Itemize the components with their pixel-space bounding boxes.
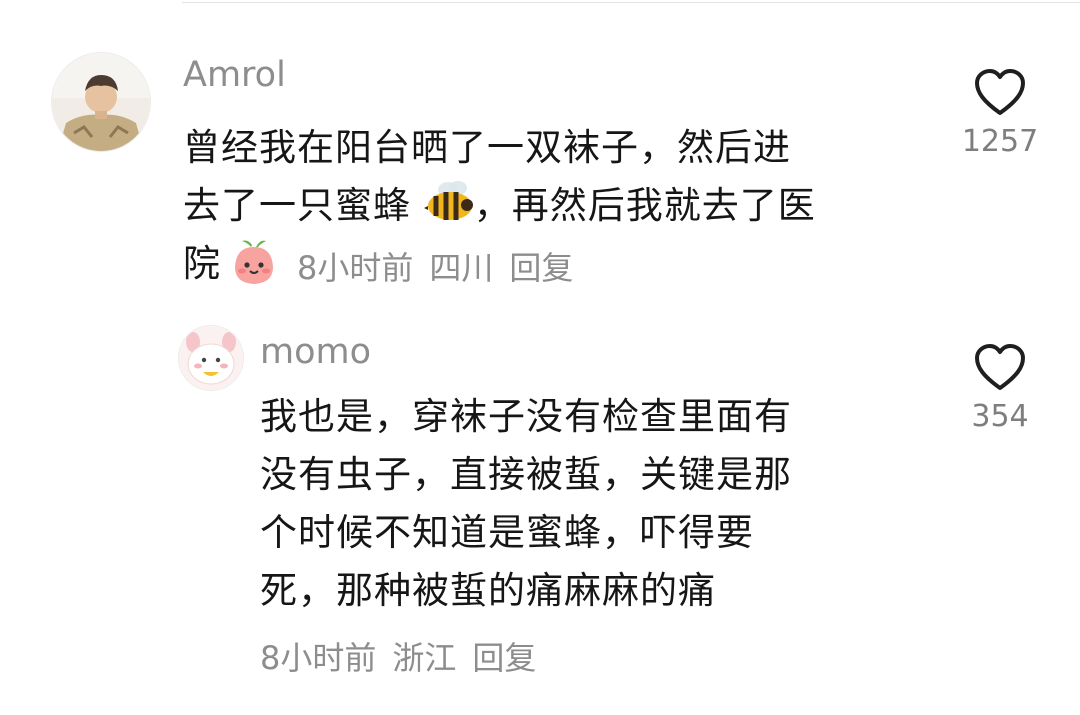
comment-location: 浙江 xyxy=(392,639,457,677)
comment-text: 我也是，穿袜子没有检查里面有 没有虫子，直接被蜇，关键是那 个时候不知道是蜜蜂，… xyxy=(260,388,792,620)
heart-outline-icon[interactable] xyxy=(973,68,1027,118)
like-count: 1257 xyxy=(961,124,1039,159)
avatar[interactable] xyxy=(51,52,151,152)
like-group: 354 xyxy=(955,343,1045,434)
bee-emoji xyxy=(423,180,474,224)
peach-face-emoji xyxy=(230,237,278,287)
username[interactable]: Amrol xyxy=(183,55,286,95)
comment-time: 8小时前 xyxy=(260,639,377,677)
comment-meta: 8小时前 四川 回复 xyxy=(297,248,589,288)
like-group: 1257 xyxy=(955,68,1045,159)
comment-line: ，再然后我就去了医 xyxy=(473,184,816,227)
comment-line: 院 xyxy=(183,242,221,285)
comment-location: 四川 xyxy=(429,249,494,287)
avatar[interactable] xyxy=(178,325,244,391)
comment-line: 曾经我在阳台晒了一双袜子，然后进 xyxy=(183,126,791,169)
comment-line: 死，那种被蜇的痛麻麻的痛 xyxy=(260,569,716,612)
comment-meta: 8小时前 浙江 回复 xyxy=(260,638,552,678)
comment-time: 8小时前 xyxy=(297,249,414,287)
comment-line: 我也是，穿袜子没有检查里面有 xyxy=(260,395,792,438)
reply-button[interactable]: 回复 xyxy=(509,249,573,287)
username[interactable]: momo xyxy=(260,332,371,372)
comment-line: 没有虫子，直接被蜇，关键是那 xyxy=(260,453,792,496)
top-divider xyxy=(182,2,1080,3)
comment-line: 去了一只蜜蜂 xyxy=(183,184,411,227)
like-count: 354 xyxy=(971,399,1029,434)
comment-line: 个时候不知道是蜜蜂，吓得要 xyxy=(260,511,754,554)
reply-button[interactable]: 回复 xyxy=(472,639,536,677)
heart-outline-icon[interactable] xyxy=(973,343,1027,393)
